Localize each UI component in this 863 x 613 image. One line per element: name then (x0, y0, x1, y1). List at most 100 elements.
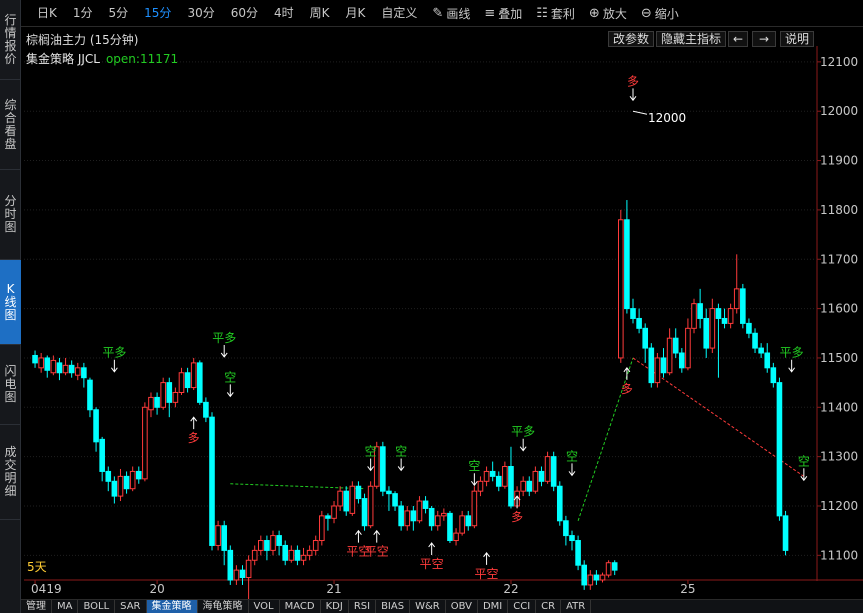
candle-body (538, 470, 545, 482)
next-button[interactable]: → (752, 31, 776, 47)
candle-body (68, 364, 75, 374)
timeframe-15min[interactable]: 15分 (136, 3, 179, 23)
candle-body (276, 535, 282, 546)
candle-body (300, 554, 307, 561)
candle-body (367, 485, 374, 527)
prev-button[interactable]: ← (728, 31, 748, 47)
hide-indicator-button[interactable]: 隐藏主指标 (656, 31, 726, 47)
candle-body (599, 574, 606, 581)
candle-body (526, 480, 533, 492)
sidebar-char: 价 (4, 51, 17, 66)
timeframe-4h[interactable]: 4时 (266, 3, 302, 23)
sidebar-tab-ticks[interactable]: 成交明细 (0, 425, 21, 520)
signal-label: 空 (224, 370, 236, 384)
candle-body (593, 574, 600, 581)
sidebar-char: 行 (4, 12, 17, 27)
indicator-tab-12[interactable]: OBV (446, 600, 478, 613)
timeframe-5min[interactable]: 5分 (101, 3, 137, 23)
sidebar-tab-quotes[interactable]: 行情报价 (0, 0, 21, 80)
candle-body (215, 525, 221, 546)
indicator-tab-15[interactable]: CR (536, 600, 562, 613)
timeframe-30min[interactable]: 30分 (179, 3, 222, 23)
candle-body (154, 396, 160, 408)
sidebar-tab-overview[interactable]: 综合看盘 (0, 80, 21, 170)
y-tick-label: 12100 (820, 55, 858, 69)
y-tick-label: 11900 (820, 154, 858, 168)
indicator-tab-3[interactable]: SAR (115, 600, 147, 613)
indicator-tab-5[interactable]: 海龟策略 (198, 600, 249, 613)
sidebar-tab-flash[interactable]: 闪电图 (0, 345, 21, 425)
timeframe-week[interactable]: 周K (302, 3, 338, 23)
candle-body (575, 540, 581, 566)
candle-body (148, 396, 154, 411)
candle-body (135, 470, 142, 480)
candle-body (325, 515, 331, 519)
signal-label: 平空 (365, 545, 389, 559)
indicator-tab-8[interactable]: KDJ (321, 600, 349, 613)
candle-body (520, 480, 526, 492)
candle-body (270, 535, 276, 551)
timeframe-month[interactable]: 月K (338, 3, 374, 23)
candle-body (679, 352, 685, 369)
sidebar-tab-timeshare[interactable]: 分时图 (0, 170, 21, 260)
signal-label: 平多 (511, 425, 535, 439)
indicator-tab-13[interactable]: DMI (478, 600, 509, 613)
indicator-tab-4[interactable]: 集金策略 (146, 600, 198, 613)
signal-label: 多 (511, 510, 523, 524)
candle-body (93, 409, 99, 443)
signal-label: 空 (798, 454, 810, 468)
candle-body (123, 475, 130, 490)
candle-body (654, 357, 661, 384)
help-button[interactable]: 说明 (780, 31, 814, 47)
candle-body (56, 362, 63, 374)
indicator-tab-14[interactable]: CCI (508, 600, 537, 613)
candle-body (660, 357, 667, 374)
candle-body (416, 500, 423, 522)
indicator-tab-9[interactable]: RSI (349, 600, 377, 613)
sidebar-char: 线 (4, 294, 17, 309)
candle-body (544, 456, 551, 482)
candle-body (87, 379, 93, 411)
kline-chart[interactable]: 11100 11200 11300 11400 11500 11600 11700 11800… (0, 0, 863, 613)
zoom-in-button[interactable]: ⊕ 放大 (582, 3, 634, 23)
indicator-tab-1[interactable]: MA (52, 600, 79, 613)
signal-arrow (568, 463, 576, 477)
candle-body (392, 493, 398, 507)
indicator-tab-16[interactable]: ATR (561, 600, 592, 613)
chart-titlebar: 棕榈油主力 (15分钟) 改参数 隐藏主指标 ← → 说明 (21, 28, 816, 48)
draw-line-button[interactable]: ✎ 画线 (425, 3, 477, 23)
indicator-tab-10[interactable]: BIAS (376, 600, 411, 613)
indicator-tab-6[interactable]: VOL (249, 600, 280, 613)
candle-body (672, 337, 679, 354)
signal-label: 空 (395, 444, 407, 458)
extreme-marker-line (632, 110, 648, 115)
candle-body (483, 470, 490, 482)
timeframe-60min[interactable]: 60分 (223, 3, 266, 23)
sidebar-char: 综 (4, 97, 17, 112)
y-tick-label: 11300 (820, 450, 858, 464)
candle-body (581, 564, 587, 586)
indicator-tab-11[interactable]: W&R (410, 600, 446, 613)
indicator-tab-2[interactable]: BOLL (78, 600, 116, 613)
signal-arrow (190, 416, 198, 430)
candle-body (398, 505, 404, 527)
sidebar-tab-kline[interactable]: K线图 (0, 260, 21, 345)
candle-body (776, 382, 783, 517)
candle-body (550, 456, 557, 487)
candle-body (99, 438, 105, 472)
candle-body (624, 219, 630, 310)
timeframe-day[interactable]: 日K (29, 3, 65, 23)
candle-body (569, 535, 575, 542)
overlay-label: 叠加 (498, 6, 523, 21)
arbitrage-button[interactable]: ☷ 套利 (529, 3, 582, 23)
zoom-out-button[interactable]: ⊖ 缩小 (634, 3, 686, 23)
timeframe-custom[interactable]: 自定义 (373, 3, 425, 23)
period-label: 5天 (27, 560, 47, 574)
signal-arrow (800, 468, 808, 482)
candle-body (721, 317, 728, 324)
indicator-tab-0[interactable]: 管理 (21, 600, 52, 613)
indicator-tab-7[interactable]: MACD (280, 600, 321, 613)
overlay-button[interactable]: ≡ 叠加 (477, 3, 529, 23)
edit-params-button[interactable]: 改参数 (608, 31, 654, 47)
timeframe-1min[interactable]: 1分 (65, 3, 101, 23)
